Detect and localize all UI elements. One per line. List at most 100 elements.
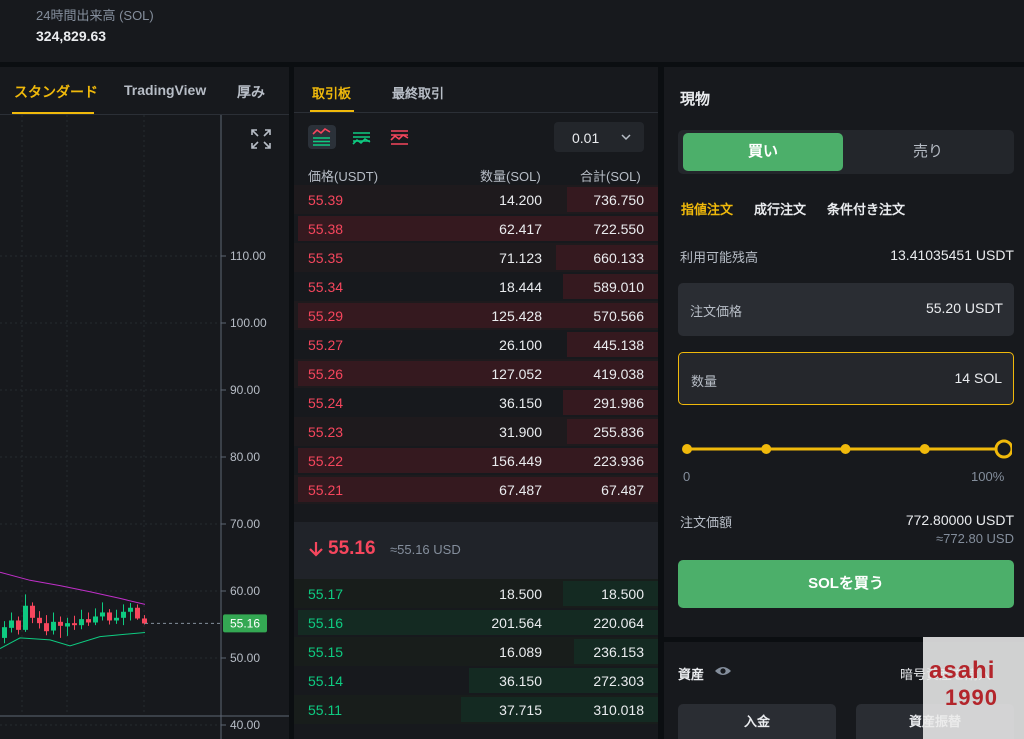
candle-body[interactable] [16,620,21,630]
row-qty: 37.715 [499,702,542,718]
row-qty: 18.500 [499,586,542,602]
bid-row[interactable]: 55.11 37.715 310.018 [294,695,658,724]
y-tick-label: 70.00 [230,517,260,531]
row-price: 55.11 [308,702,342,718]
candle-body[interactable] [65,623,70,627]
arrow-down-icon [309,542,323,557]
row-price: 55.23 [308,424,344,440]
buy-tab[interactable]: 買い [683,133,843,171]
order-type-limit[interactable]: 指値注文 [681,199,733,218]
bid-row[interactable]: 55.16 201.564 220.064 [294,608,658,637]
ask-row[interactable]: 55.34 18.444 589.010 [294,272,658,301]
ask-row[interactable]: 55.38 62.417 722.550 [294,214,658,243]
tab-orderbook[interactable]: 取引板 [312,83,351,102]
candle-body[interactable] [114,617,119,621]
tab-tradingview[interactable]: TradingView [124,82,206,98]
bid-row[interactable]: 55.15 16.089 236.153 [294,637,658,666]
slider-step-dot[interactable] [919,444,930,454]
ask-row[interactable]: 55.22 156.449 223.936 [294,446,658,475]
candlestick-chart[interactable]: 110.00 100.00 90.00 80.00 70.00 60.00 50.00 40.… [0,115,289,739]
chevron-down-icon [621,134,631,141]
candle-body[interactable] [37,617,42,624]
row-price: 55.34 [308,279,344,295]
candle-body[interactable] [135,607,140,619]
tab-standard[interactable]: スタンダード [14,82,98,102]
candle-body[interactable] [93,616,98,623]
slider-step-dot[interactable] [682,444,692,454]
row-total: 736.750 [593,192,644,208]
watermark-line2: 1990 [945,685,998,710]
row-price: 55.24 [308,395,344,411]
ask-row[interactable]: 55.26 127.052 419.038 [294,359,658,388]
mode-bids-icon[interactable] [348,125,376,149]
candle-body[interactable] [23,605,28,630]
row-qty: 62.417 [499,221,542,237]
candle-body[interactable] [121,611,126,618]
row-qty: 125.428 [491,308,542,324]
ma-line-1 [0,571,146,605]
candle-body[interactable] [79,619,84,626]
candle-body[interactable] [86,619,91,623]
slider-step-dot[interactable] [840,444,851,454]
ask-row[interactable]: 55.27 26.100 445.138 [294,330,658,359]
row-price: 55.35 [308,250,344,266]
watermark-line1: asahi [929,657,996,684]
row-total: 223.936 [593,453,644,469]
bid-row[interactable]: 55.14 36.150 272.303 [294,666,658,695]
candle-body[interactable] [128,607,133,612]
quantity-field-value: 14 SOL [954,370,1002,386]
row-qty: 36.150 [499,395,542,411]
bids-list: 55.17 18.500 18.500 55.16 201.564 220.064 55.1… [294,579,658,724]
bid-row[interactable]: 55.17 18.500 18.500 [294,579,658,608]
candle-body[interactable] [58,621,63,626]
amount-value: 772.80000 USDT [905,512,1014,528]
assets-title: 資産 [678,667,705,682]
row-price: 55.27 [308,337,344,353]
candle-body[interactable] [72,623,77,626]
volume-value: 324,829.63 [36,28,107,44]
ask-row[interactable]: 55.39 14.200 736.750 [294,185,658,214]
slider-handle[interactable] [994,439,1012,459]
candle-body[interactable] [9,620,14,628]
quantity-field[interactable]: 数量 14 SOL [678,352,1014,405]
ask-row[interactable]: 55.21 67.487 67.487 [294,475,658,504]
mode-both-icon[interactable] [308,125,336,149]
row-price: 55.17 [308,586,344,602]
candle-body[interactable] [30,605,35,618]
candle-body[interactable] [142,618,147,624]
amount-slider[interactable] [682,437,1012,461]
row-price: 55.26 [308,366,344,382]
order-type-conditional[interactable]: 条件付き注文 [827,199,905,218]
row-qty: 201.564 [491,615,542,631]
buy-sol-button[interactable]: SOLを買う [678,560,1014,608]
asks-list: 55.39 14.200 736.750 55.38 62.417 722.550 55.3… [294,185,658,504]
mid-price-row: 55.16 ≈55.16 USD [294,522,658,579]
available-label: 利用可能残高 [680,250,759,265]
candle-body[interactable] [44,623,49,632]
row-price: 55.22 [308,453,344,469]
row-total: 255.836 [593,424,644,440]
candle-body[interactable] [51,621,56,631]
slider-step-dot[interactable] [761,444,772,454]
chart-panel: スタンダード TradingView 厚み 110.00 100.00 90.00 8… [0,67,289,739]
ask-row[interactable]: 55.35 71.123 660.133 [294,243,658,272]
order-type-market[interactable]: 成行注文 [754,199,806,218]
mode-asks-icon[interactable] [386,125,414,149]
ask-row[interactable]: 55.24 36.150 291.986 [294,388,658,417]
row-qty: 127.052 [491,366,542,382]
eye-icon[interactable] [714,664,732,678]
price-field[interactable]: 注文価格 55.20 USDT [678,283,1014,336]
slider-min-label: 0 [683,469,691,484]
candle-body[interactable] [107,612,112,621]
sell-tab[interactable]: 売り [848,133,1008,171]
candle-body[interactable] [100,612,105,617]
orderbook-tab-underline [310,110,354,112]
orderbook-panel: 取引板 最終取引 0.01 価格(USDT) 数量(SOL) 合計(SOL) 5… [294,67,658,739]
deposit-button[interactable]: 入金 [678,704,836,739]
candle-body[interactable] [2,627,7,638]
ask-row[interactable]: 55.29 125.428 570.566 [294,301,658,330]
precision-select[interactable]: 0.01 [554,122,644,152]
tab-depth[interactable]: 厚み [237,82,265,102]
tab-recent-trades[interactable]: 最終取引 [392,83,444,102]
ask-row[interactable]: 55.23 31.900 255.836 [294,417,658,446]
